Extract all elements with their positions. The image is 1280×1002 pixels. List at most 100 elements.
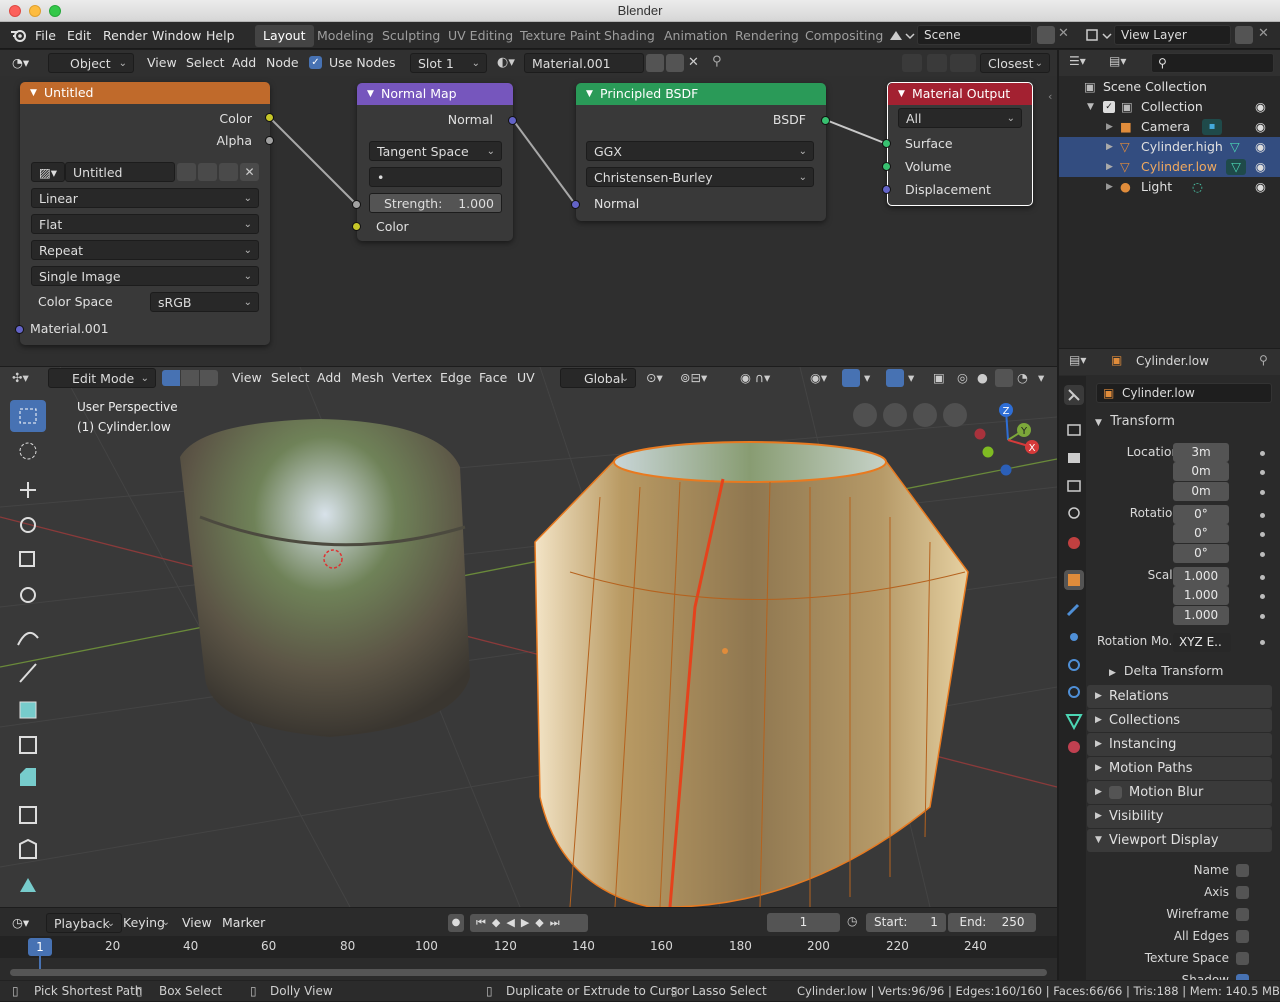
keyframe-dot[interactable] <box>1260 575 1265 580</box>
tangent-space-select[interactable]: Tangent Space ⌄ <box>369 141 502 161</box>
collections-panel-header[interactable]: ▶ Collections <box>1087 709 1272 732</box>
wireframe-shading-icon[interactable]: ◎ <box>957 367 968 389</box>
mesh-data-icon[interactable]: ▽ <box>1230 137 1240 157</box>
overlays-toggle-button[interactable] <box>886 369 904 387</box>
bsdf-header[interactable]: ▼ Principled BSDF <box>576 83 826 105</box>
gizmo-menu-icon[interactable]: ▾ <box>864 367 870 389</box>
new-view-layer-button[interactable] <box>1235 26 1253 44</box>
location-y-field[interactable]: 0m <box>1173 462 1229 481</box>
display-wireframe-checkbox[interactable] <box>1236 908 1249 921</box>
rotation-y-field[interactable]: 0° <box>1173 524 1229 543</box>
interpolation-select[interactable]: Linear ⌄ <box>31 188 259 208</box>
viewport-menu-add[interactable]: Add <box>317 367 341 389</box>
normal-map-vector-socket[interactable] <box>352 200 361 209</box>
outliner-editor-icon[interactable]: ☰▾ <box>1069 54 1086 68</box>
material-output-node[interactable]: ▼ Material Output All ⌄ Surface Volume Dis… <box>887 82 1033 206</box>
menu-render[interactable]: Render <box>103 22 148 49</box>
outliner-item-camera[interactable]: ▶ ■ Camera ▪ ◉ <box>1059 117 1280 137</box>
normal-map-node[interactable]: ▼ Normal Map Normal Tangent Space ⌄ • Stre… <box>357 83 513 241</box>
xray-icon[interactable]: ▣ <box>933 367 945 389</box>
outliner-search-input[interactable]: ⚲ <box>1151 53 1274 73</box>
color-space-select[interactable]: sRGB ⌄ <box>150 292 259 312</box>
tab-sculpting[interactable]: Sculpting <box>374 25 448 47</box>
tab-texture-paint[interactable]: Texture Paint <box>512 25 609 47</box>
transform-orientation-select[interactable]: Global ⌄ <box>560 368 636 388</box>
output-target-select[interactable]: All ⌄ <box>898 108 1022 128</box>
image-name-field[interactable]: Untitled <box>65 162 175 182</box>
outliner-item-cylinder-high[interactable]: ▶ ▽ Cylinder.high ▽ ◉ <box>1059 137 1280 157</box>
edit-mode-select[interactable]: Edit Mode ⌄ <box>48 368 156 388</box>
distribution-select[interactable]: GGX ⌄ <box>586 141 814 161</box>
properties-editor[interactable]: ▤▾ ▣ Cylinder.low ⚲ ▣ Cylinder.low ▼ Tra… <box>1059 349 1280 980</box>
navigation-gizmo[interactable]: Z Y X <box>968 400 1048 480</box>
new-image-button[interactable] <box>198 163 217 181</box>
motion-paths-panel-header[interactable]: ▶ Motion Paths <box>1087 757 1272 780</box>
image-color-socket[interactable] <box>265 113 274 122</box>
viewport-menu-face[interactable]: Face <box>479 367 507 389</box>
shading-menu-icon[interactable]: ▾ <box>1038 367 1044 389</box>
tab-animation[interactable]: Animation <box>656 25 736 47</box>
edge-select-mode-button[interactable] <box>181 370 199 386</box>
tab-layout[interactable]: Layout <box>255 25 314 47</box>
viewport-menu-view[interactable]: View <box>232 367 262 389</box>
rendered-shading-icon[interactable]: ◔ <box>1017 367 1028 389</box>
start-frame-field[interactable]: Start: 1 <box>866 913 946 932</box>
rotation-z-field[interactable]: 0° <box>1173 544 1229 563</box>
source-select[interactable]: Single Image ⌄ <box>31 266 259 286</box>
uv-map-field[interactable]: • <box>369 167 502 187</box>
timeline-editor-icon[interactable]: ◷▾ <box>12 911 29 937</box>
surface-socket[interactable] <box>882 139 891 148</box>
viewport-menu-vertex[interactable]: Vertex <box>392 367 432 389</box>
bsdf-output-socket[interactable] <box>821 116 830 125</box>
keyframe-dot[interactable] <box>1260 552 1265 557</box>
viewport-menu-select[interactable]: Select <box>271 367 310 389</box>
viewport-menu-uv[interactable]: UV <box>517 367 535 389</box>
location-x-field[interactable]: 3m <box>1173 443 1229 462</box>
tab-uv-editing[interactable]: UV Editing <box>440 25 521 47</box>
normal-map-output-socket[interactable] <box>508 116 517 125</box>
keyframe-dot[interactable] <box>1260 532 1265 537</box>
visibility-icon[interactable]: ◉▾ <box>810 367 827 389</box>
delta-transform-header[interactable]: ▶ Delta Transform <box>1109 663 1223 678</box>
keyframe-dot[interactable] <box>1260 451 1265 456</box>
camera-data-icon[interactable]: ▪ <box>1202 119 1222 135</box>
pin-icon[interactable]: ⚲ <box>1259 353 1268 367</box>
timeline[interactable]: ◷▾ Playback ⌄ Keying ⌄ View Marker ● ⏮◆◀▶◆… <box>0 908 1057 980</box>
menu-help[interactable]: Help <box>206 22 235 49</box>
close-window-button[interactable] <box>9 5 21 17</box>
keyframe-dot[interactable] <box>1260 490 1265 495</box>
expand-icon[interactable]: ▼ <box>1087 97 1094 117</box>
outliner-item-collection[interactable]: ▼ ✓ ▣ Collection ◉ <box>1059 97 1280 117</box>
image-vector-socket[interactable] <box>15 325 24 334</box>
expand-icon[interactable]: ▶ <box>1106 157 1113 177</box>
keyframe-dot[interactable] <box>1260 513 1265 518</box>
normal-map-header[interactable]: ▼ Normal Map <box>357 83 513 105</box>
display-axis-checkbox[interactable] <box>1236 886 1249 899</box>
tab-modeling[interactable]: Modeling <box>309 25 382 47</box>
exclude-checkbox[interactable]: ✓ <box>1103 101 1115 113</box>
current-frame-field[interactable]: 1 <box>767 913 840 932</box>
projection-select[interactable]: Flat ⌄ <box>31 214 259 234</box>
keying-menu[interactable]: Keying ⌄ <box>116 913 176 933</box>
image-alpha-socket[interactable] <box>265 136 274 145</box>
view-layer-field[interactable]: View Layer <box>1114 25 1231 45</box>
playhead-indicator[interactable]: 1 <box>28 938 52 956</box>
remove-view-layer-icon[interactable]: ✕ <box>1258 26 1269 41</box>
open-image-button[interactable] <box>219 163 238 181</box>
tab-shading[interactable]: Shading <box>596 25 663 47</box>
motion-blur-checkbox[interactable] <box>1109 786 1122 799</box>
outliner[interactable]: ☰▾ ▤▾ ⚲ ▣ Scene Collection ▼ ✓ ▣ Collect… <box>1059 50 1280 348</box>
visibility-panel-header[interactable]: ▶ Visibility <box>1087 805 1272 828</box>
displacement-socket[interactable] <box>882 185 891 194</box>
relations-panel-header[interactable]: ▶ Relations <box>1087 685 1272 708</box>
collapse-icon[interactable]: ▼ <box>898 83 905 105</box>
outliner-item-light[interactable]: ▶ ● Light ◌ ◉ <box>1059 177 1280 197</box>
subsurface-method-select[interactable]: Christensen-Burley ⌄ <box>586 167 814 187</box>
material-output-header[interactable]: ▼ Material Output <box>888 83 1032 105</box>
viewport-menu-edge[interactable]: Edge <box>440 367 471 389</box>
camera-view-icon[interactable] <box>883 403 907 427</box>
menu-file[interactable]: File <box>35 22 56 49</box>
tab-rendering[interactable]: Rendering <box>727 25 807 47</box>
edit-mesh-icon[interactable]: ▽ <box>1226 159 1246 175</box>
vertex-select-mode-button[interactable] <box>162 370 180 386</box>
